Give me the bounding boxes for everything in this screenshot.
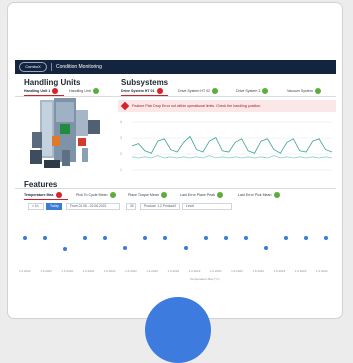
timeline-point[interactable] [263,246,268,251]
tab-drive-system-2[interactable]: Drive System HT 02 [178,87,219,95]
tab-place-torque[interactable]: Place Torque Mean [128,191,167,199]
x-tick-label: 1.6.2022 [294,269,307,273]
timeline-point[interactable] [43,235,48,240]
timeline-point[interactable] [143,236,148,241]
company-logo[interactable]: ComboX [19,62,47,72]
timeline-point[interactable] [123,246,128,251]
x-tick-label: 1.6.2022 [188,269,201,273]
feature-timeline-chart: 1.6.2022 1.6.2022 1.6.2022 1.6.2022 1.6.2022… [15,233,336,293]
timeline-point[interactable] [223,236,228,241]
x-tick-label: 1.6.2022 [19,269,31,273]
unit-select[interactable]: Level [182,203,232,210]
warning-status-icon [52,88,59,95]
x-tick-label: 1.6.2022 [252,269,265,273]
x-tick-label: 1.6.2022 [82,269,95,273]
tab-label: Last Error Place Peak [180,193,215,197]
timeline-point[interactable] [203,236,208,241]
handling-units-title: Handling Units [24,78,81,87]
nav-separator [51,63,52,71]
tab-drive-system-3[interactable]: Drive System 3 [236,87,269,95]
series-line [131,135,333,154]
count-select[interactable]: 30 [126,203,136,210]
ok-status-icon [273,192,280,199]
subsystems-title: Subsystems [121,78,169,87]
y-tick-label: 4 [120,120,122,124]
warning-status-icon [55,192,62,199]
floating-action-button[interactable] [145,297,211,363]
x-tick-label: 1.6.2022 [125,269,137,273]
timeline-point[interactable] [243,236,248,241]
product-select[interactable]: Product: 1.2 ProductX [140,203,180,210]
x-tick-label: 1.6.2022 [40,269,52,273]
tab-label: Vacuum System [287,89,313,93]
top-navigation-bar: ComboX Condition Monitoring [15,60,336,74]
x-tick-label: 1.6.2022 [231,269,243,273]
tab-last-error-pick[interactable]: Last Error Pick Mean [238,191,280,199]
y-tick-label: 3 [120,136,122,140]
signal-chart: 4 3 2 1 [120,120,333,172]
timeline-point[interactable] [103,236,108,241]
tab-drive-system-1[interactable]: Drive System HT 01 [121,87,163,95]
y-tick-label: 2 [120,152,122,156]
tab-label: Last Error Pick Mean [238,193,272,197]
timeline-point[interactable] [283,236,288,241]
app-title: Condition Monitoring [56,64,102,70]
ok-status-icon [216,192,223,199]
tab-label: Place Torque Mean [128,193,159,197]
x-tick-label: 1.6.2022 [103,269,116,273]
timeline-point[interactable] [63,247,68,251]
timeline-point[interactable] [83,236,88,241]
section-divider [15,188,336,189]
tab-temperature-max[interactable]: Temperature Max [24,191,62,199]
ok-status-icon [314,88,321,95]
timeline-point[interactable] [163,236,168,241]
x-tick-label: 1.6.2022 [209,269,222,273]
date-range-input[interactable]: From 01.06 - 02.06.2022 [66,203,120,210]
timeline-point[interactable] [303,236,308,241]
x-tick-label: 1.6.2022 [61,269,74,273]
x-tick-label: 1.6.2022 [167,269,180,273]
alert-banner: Feature Pick Drop Error not within opera… [118,100,336,112]
tab-pick-to-cycle[interactable]: Pick To Cycle Mean [76,191,116,199]
tab-label: Drive System 3 [236,89,261,93]
x-tick-label: 1.6.2022 [146,269,158,273]
y-tick-label: 1 [120,168,122,172]
ok-status-icon [262,88,269,95]
ok-status-icon [212,88,219,95]
tab-label: Temperature Max [24,193,54,197]
warning-icon [120,101,130,111]
tab-label: Handling Unit 1 [24,89,51,93]
range-today-button[interactable]: Today [46,203,62,210]
timeline-point[interactable] [324,235,328,240]
timeline-point[interactable] [183,246,188,251]
tab-handling-unit-2[interactable]: Handling Unit [69,87,99,95]
features-title: Features [24,180,58,189]
ok-status-icon [92,88,99,95]
alert-message: Feature Pick Drop Error not within opera… [132,104,262,108]
range-1h-button[interactable]: < 1h [28,203,44,210]
machine-illustration [30,98,100,168]
x-tick-label: 1.6.2022 [273,269,286,273]
series-line [131,155,333,159]
active-tab-indicator [24,199,68,200]
tab-label: Pick To Cycle Mean [76,193,108,197]
timeline-legend: Temperature Max (°C) [190,277,220,281]
tab-handling-unit-1[interactable]: Handling Unit 1 [24,87,59,95]
tab-label: Drive System HT 02 [178,89,211,93]
tab-label: Drive System HT 01 [121,89,155,93]
warning-status-icon [156,88,163,95]
timeline-point[interactable] [23,235,27,240]
x-tick-label: 1.6.2022 [316,269,328,273]
tab-label: Handling Unit [69,89,91,93]
tab-vacuum-system[interactable]: Vacuum System [287,87,321,95]
ok-status-icon [109,192,116,199]
ok-status-icon [160,192,167,199]
tab-last-error-place[interactable]: Last Error Place Peak [180,191,223,199]
